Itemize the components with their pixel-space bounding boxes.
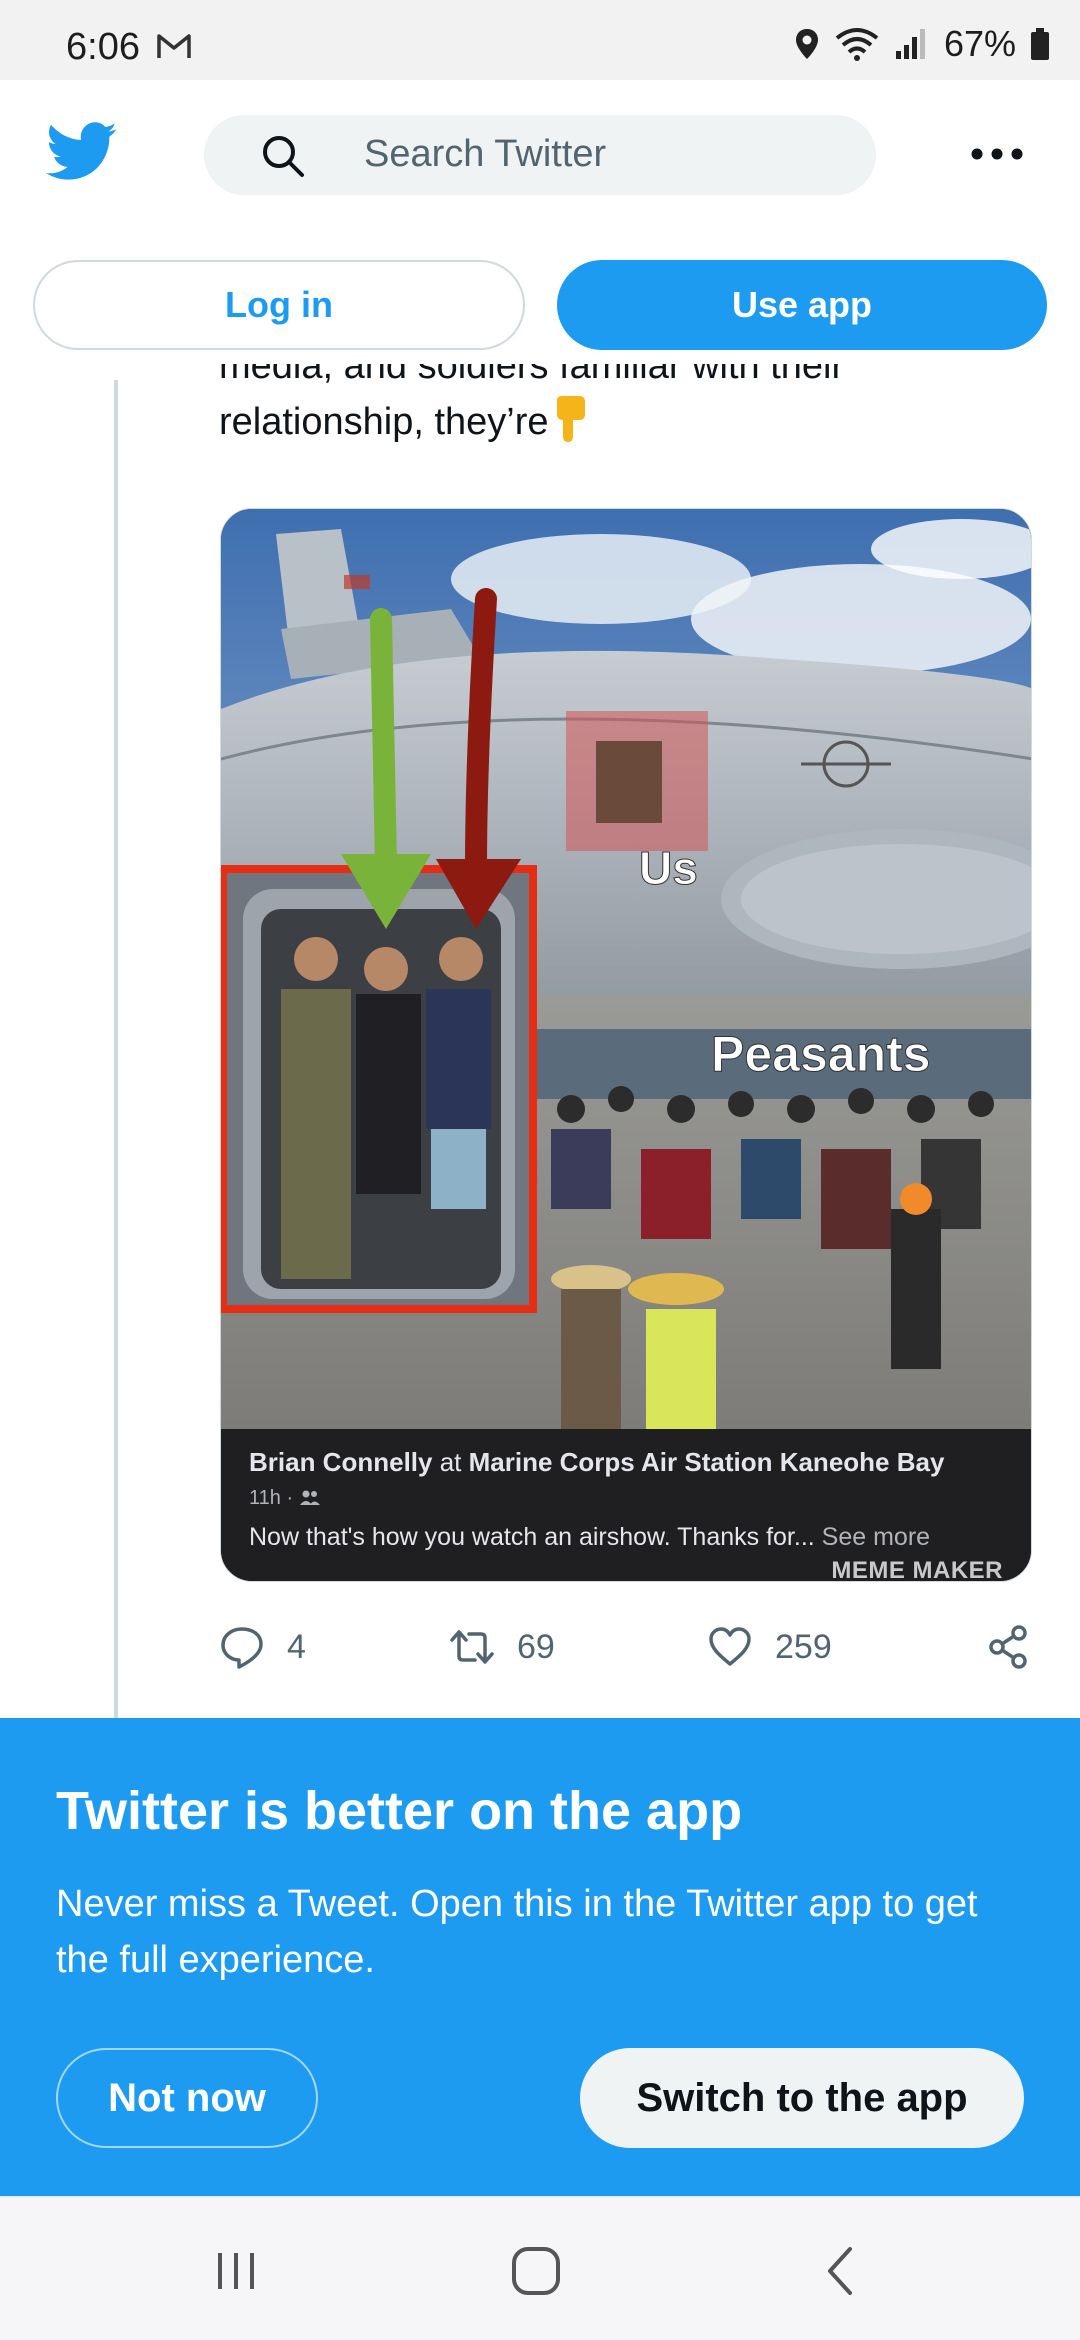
log-in-button[interactable]: Log in <box>33 260 525 350</box>
fb-caption: Brian Connelly at Marine Corps Air Stati… <box>221 1429 1031 1582</box>
retweet-icon <box>450 1630 494 1664</box>
fb-post-text: Now that's how you watch an airshow. Tha… <box>249 1523 822 1551</box>
tweet-actions: 4 69 259 <box>219 1622 1031 1672</box>
search-icon <box>263 136 304 177</box>
use-app-button[interactable]: Use app <box>557 260 1047 350</box>
system-nav-bar <box>0 2196 1080 2340</box>
fb-text: Now that's how you watch an airshow. Tha… <box>249 1523 930 1552</box>
more-icon[interactable] <box>970 147 1024 161</box>
gmail-icon <box>157 34 191 58</box>
battery-percent: 67% <box>943 23 1016 64</box>
switch-to-app-button[interactable]: Switch to the app <box>580 2048 1024 2148</box>
signal-icon <box>895 29 925 59</box>
meme-maker-watermark: MEME MAKER <box>831 1557 1003 1582</box>
battery-icon <box>1031 28 1049 60</box>
image-label-peasants: Peasants <box>711 1026 932 1083</box>
fb-author-line: Brian Connelly at Marine Corps Air Stati… <box>249 1447 944 1478</box>
fb-meta: 11h · <box>249 1487 321 1510</box>
meme-image <box>221 509 1031 1429</box>
reply-count: 4 <box>287 1627 306 1666</box>
heart-icon <box>709 1627 751 1666</box>
tweet-text-line: relationship, they’re <box>219 394 1019 450</box>
location-icon <box>795 29 818 59</box>
tweet-text-line: media, and soldiers familiar with their <box>219 364 845 387</box>
retweet-count: 69 <box>517 1627 555 1666</box>
search-placeholder: Search Twitter <box>364 133 607 175</box>
recent-apps-icon[interactable] <box>206 2241 266 2301</box>
reply-icon <box>221 1627 263 1669</box>
thread-line <box>114 380 118 1720</box>
tweet-text: media, and soldiers familiar with their … <box>219 364 1019 474</box>
tweet-media[interactable]: Us Peasants Brian Connelly at Marine Cor… <box>220 508 1032 1582</box>
back-icon[interactable] <box>812 2241 872 2301</box>
tweet-text-fragment: relationship, they’re <box>219 401 549 443</box>
like-button[interactable]: 259 <box>707 1622 832 1672</box>
promo-title: Twitter is better on the app <box>56 1781 743 1841</box>
not-now-button[interactable]: Not now <box>56 2048 318 2148</box>
status-bar: 6:06 67% <box>0 0 1080 80</box>
search-input[interactable]: Search Twitter <box>204 115 876 195</box>
home-icon[interactable] <box>506 2241 566 2301</box>
friends-icon <box>299 1490 320 1505</box>
pointing-down-emoji <box>556 396 585 442</box>
status-time: 6:06 <box>66 26 140 68</box>
share-icon <box>989 1625 1027 1669</box>
share-button[interactable] <box>985 1622 1031 1672</box>
fb-place: Marine Corps Air Station Kaneohe Bay <box>468 1447 945 1477</box>
fb-time: 11h · <box>249 1487 299 1509</box>
promo-body: Never miss a Tweet. Open this in the Twi… <box>56 1883 978 1981</box>
app-promo-banner: Twitter is better on the app Never miss … <box>0 1718 1080 2196</box>
fb-at: at <box>432 1447 469 1477</box>
top-bar: Search Twitter <box>0 80 1080 230</box>
fb-author: Brian Connelly <box>249 1447 433 1477</box>
twitter-bird-icon[interactable] <box>46 122 118 182</box>
fb-see-more: See more <box>821 1523 931 1551</box>
wifi-icon <box>835 28 879 61</box>
reply-button[interactable]: 4 <box>219 1622 306 1672</box>
status-icons: 67% <box>794 23 1050 64</box>
like-count: 259 <box>775 1627 832 1666</box>
image-label-us: Us <box>639 842 699 895</box>
retweet-button[interactable]: 69 <box>449 1622 555 1672</box>
